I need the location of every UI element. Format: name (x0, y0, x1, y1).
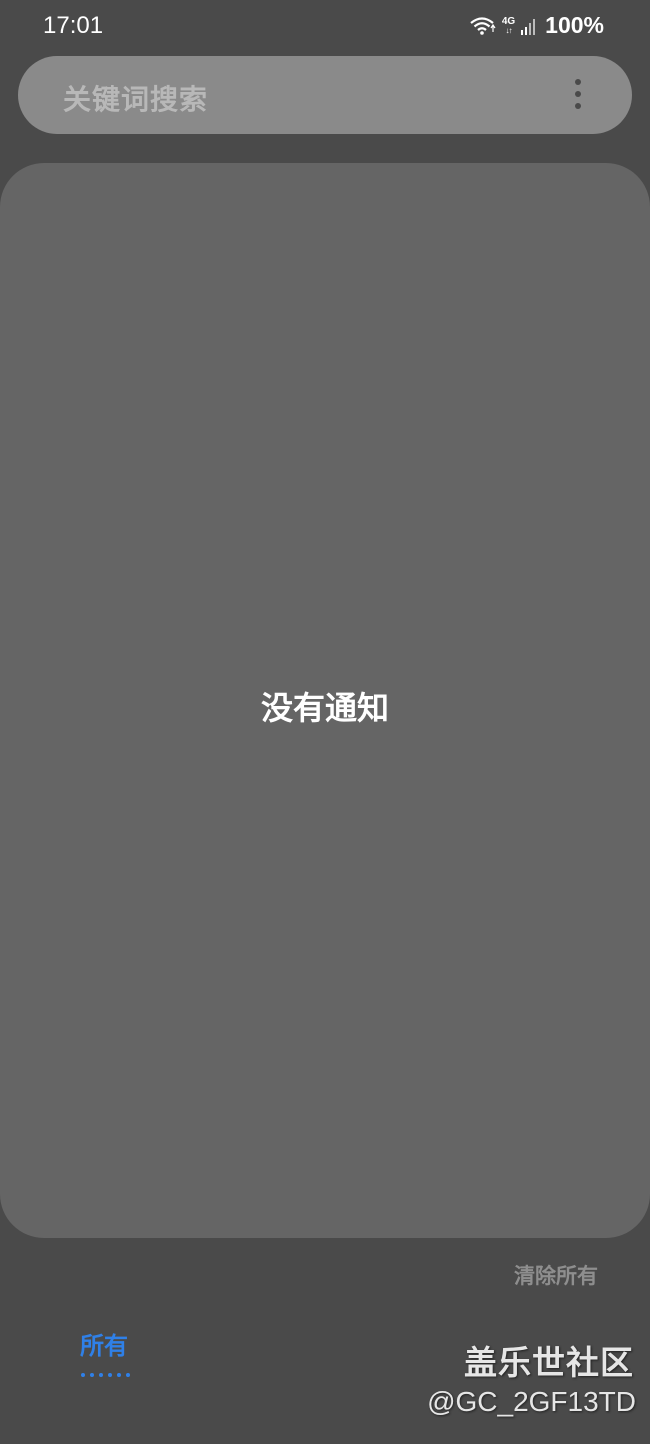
network-arrows: ↓↑ (505, 25, 513, 35)
more-vertical-icon[interactable] (568, 79, 588, 111)
tab-all-label: 所有 (80, 1332, 128, 1360)
tab-selected-indicator (81, 1373, 130, 1377)
battery-level: 100% (545, 12, 604, 38)
status-icons: 4G ↓↑ 100% (470, 12, 604, 39)
watermark-title: 盖乐世社区 (464, 1343, 634, 1382)
watermark-handle: @GC_2GF13TD (427, 1386, 636, 1417)
search-bar[interactable]: 关键词搜索 (18, 56, 632, 134)
network-type-label: 4G (501, 15, 516, 27)
clear-all-button[interactable]: 清除所有 (514, 1260, 598, 1290)
search-placeholder[interactable]: 关键词搜索 (63, 78, 208, 118)
notification-panel: 没有通知 (0, 163, 650, 1238)
wifi-icon (470, 16, 496, 36)
status-bar: 17:01 4G ↓↑ 100% (0, 0, 650, 56)
network-type: 4G ↓↑ (501, 15, 516, 35)
empty-notifications-message: 没有通知 (260, 689, 389, 727)
tab-all[interactable]: 所有 (80, 1326, 130, 1377)
signal-icon (521, 17, 537, 35)
status-time: 17:01 (43, 12, 104, 39)
